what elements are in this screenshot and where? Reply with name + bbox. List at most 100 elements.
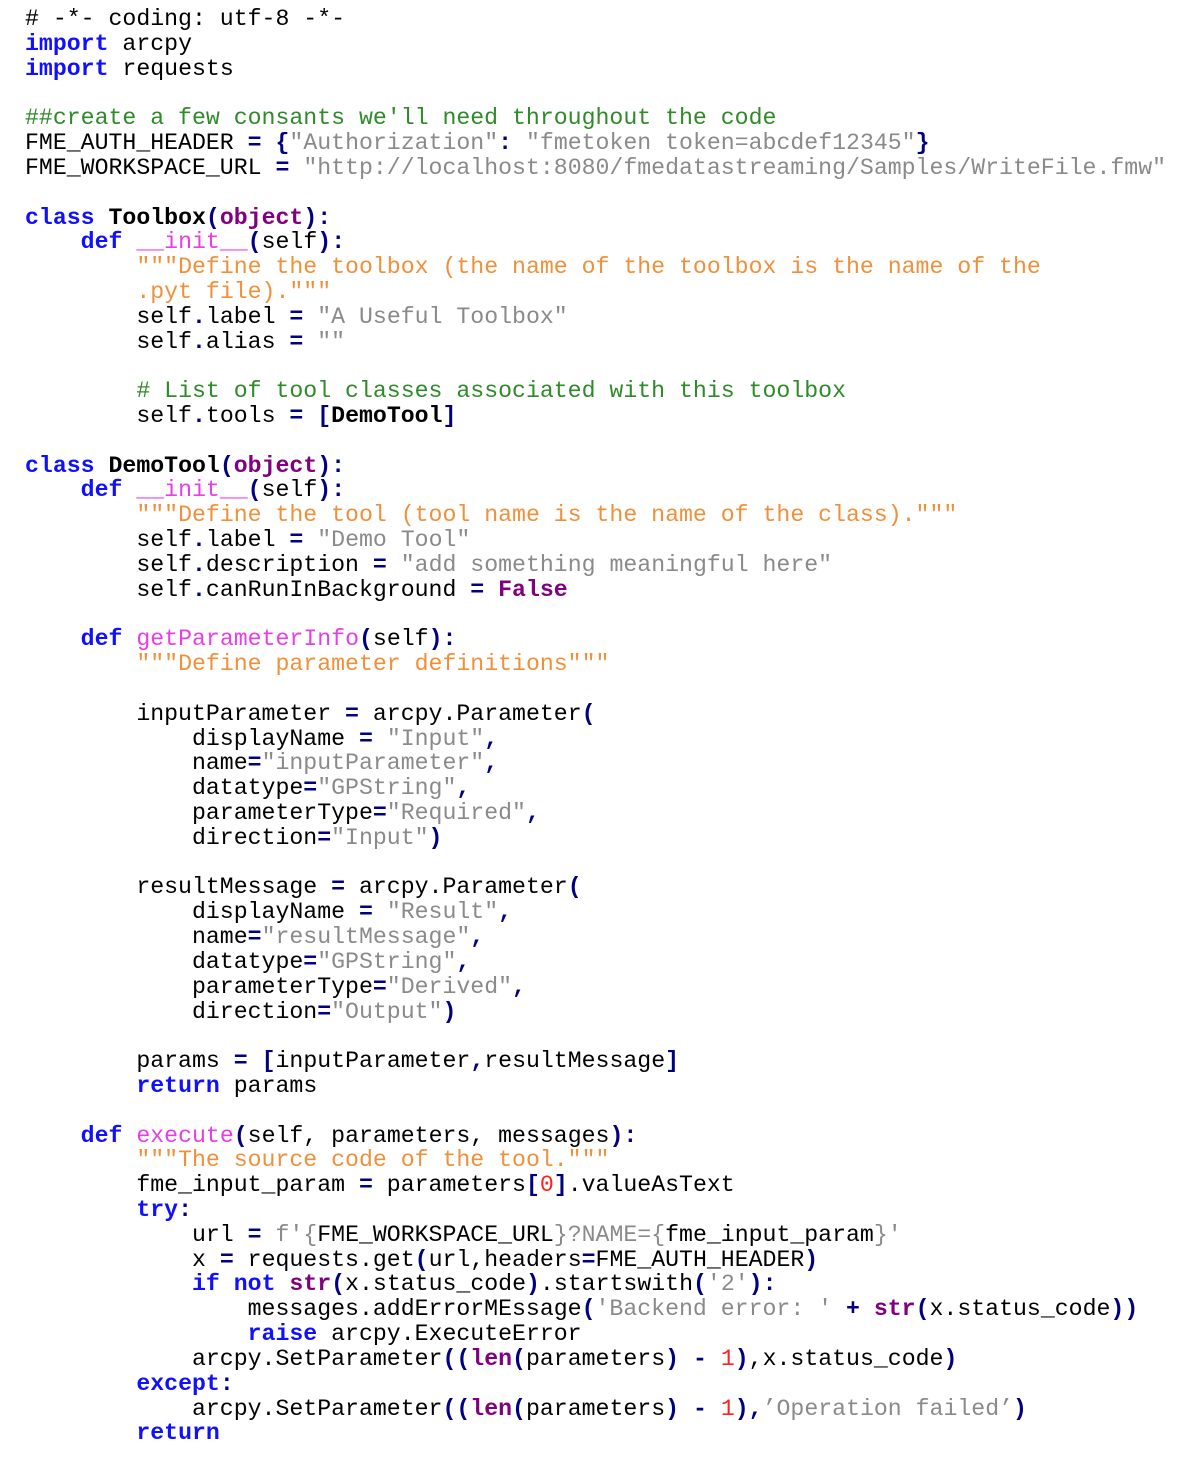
keyword: return: [136, 1420, 220, 1447]
operator: ]: [442, 403, 457, 429]
code-text: self: [25, 576, 192, 603]
operator: (: [512, 1345, 526, 1372]
code-line: self.alias = "": [25, 328, 1166, 355]
operator: =: [247, 130, 262, 157]
operator: =: [289, 328, 304, 355]
code-line: def getParameterInfo(self):: [25, 627, 1166, 652]
string-literal: ’Operation failed’: [762, 1395, 1014, 1422]
operator: (: [358, 626, 373, 653]
code-line: self.tools = [DemoTool]: [25, 404, 1166, 429]
code-line: """Define the tool (tool name is the nam…: [25, 503, 1166, 528]
code-text: arcpy.SetParameter: [25, 1345, 443, 1372]
code-text: name: [25, 750, 248, 777]
operator: ,: [748, 1395, 763, 1422]
code-line: arcpy.SetParameter((len(parameters) - 1)…: [25, 1395, 1166, 1422]
operator: ): [1013, 1395, 1027, 1422]
operator: ,: [484, 725, 499, 752]
operator: ): [943, 1345, 958, 1372]
operator: (: [233, 1122, 248, 1149]
code-line: class DemoTool(object):: [25, 452, 1166, 479]
code-text: label: [205, 303, 290, 330]
keyword: def: [80, 1122, 123, 1149]
operator: =: [303, 775, 318, 802]
operator: ,: [512, 973, 526, 1000]
operator: ((: [442, 1345, 471, 1372]
operator: =: [289, 403, 304, 429]
code-line: params = [inputParameter,resultMessage]: [25, 1049, 1166, 1074]
code-line: except:: [25, 1371, 1166, 1397]
builtin: len: [470, 1345, 513, 1372]
operator: ): [428, 824, 443, 851]
operator: ,: [470, 924, 485, 951]
code-text: FME_AUTH_HEADER: [25, 130, 248, 157]
code-text: arcpy.Parameter: [358, 700, 582, 727]
keyword: if: [191, 1271, 220, 1298]
number-literal: 1: [720, 1345, 735, 1372]
keyword: def: [80, 626, 123, 653]
operator: :: [331, 229, 346, 256]
code-line: self.description = "add something meanin…: [25, 552, 1166, 578]
operator: (: [219, 452, 234, 479]
operator: =: [331, 874, 346, 901]
code-line: def __init__(self):: [25, 230, 1166, 255]
string-literal: "GPString": [317, 948, 457, 975]
operator: (: [331, 1271, 346, 1298]
code-line: """Define parameter definitions""": [25, 652, 1166, 677]
code-text: requests: [108, 55, 234, 82]
code-line: FME_AUTH_HEADER = {"Authorization": "fme…: [25, 131, 1166, 156]
docstring: .pyt file).""": [136, 278, 332, 305]
operator: ): [734, 1395, 749, 1422]
code-text: fme_input_param: [665, 1221, 874, 1248]
operator: ): [665, 1395, 680, 1422]
code-editor: # -*- coding: utf-8 -*- import arcpy impor…: [25, 7, 1166, 1446]
keyword: return: [136, 1072, 220, 1099]
builtin: object: [219, 204, 304, 231]
code-line: import requests: [25, 55, 1166, 82]
code-line: arcpy.SetParameter((len(parameters) - 1)…: [25, 1345, 1166, 1372]
code-text: arcpy.ExecuteError: [317, 1321, 582, 1348]
operator: =: [345, 700, 359, 727]
operator: (: [414, 1246, 429, 1273]
code-line: try:: [25, 1198, 1166, 1223]
string-literal: "resultMessage": [261, 924, 471, 951]
operator: :: [178, 1197, 192, 1223]
operator: ]: [553, 1172, 568, 1199]
operator: ): [317, 477, 332, 504]
operator: =: [219, 1246, 234, 1273]
code-line: class Toolbox(object):: [25, 204, 1166, 231]
operator: (: [692, 1271, 707, 1298]
function-name: execute: [136, 1122, 234, 1149]
code-text: url,headers: [428, 1246, 582, 1273]
operator: ]: [665, 1048, 680, 1075]
code-text: self, parameters, messages: [247, 1122, 610, 1149]
number-literal: 1: [720, 1395, 735, 1422]
operator: =: [358, 1172, 373, 1199]
code-text: .valueAsText: [567, 1172, 735, 1199]
string-literal: "A Useful Toolbox": [317, 303, 568, 330]
operator: [: [525, 1172, 540, 1199]
code-line: .pyt file).""": [25, 280, 1166, 305]
string-literal: "http://localhost:8080/fmedatastreaming/…: [303, 154, 1167, 181]
string-literal: "Required": [386, 800, 526, 826]
string-literal: "Derived": [386, 973, 513, 1000]
